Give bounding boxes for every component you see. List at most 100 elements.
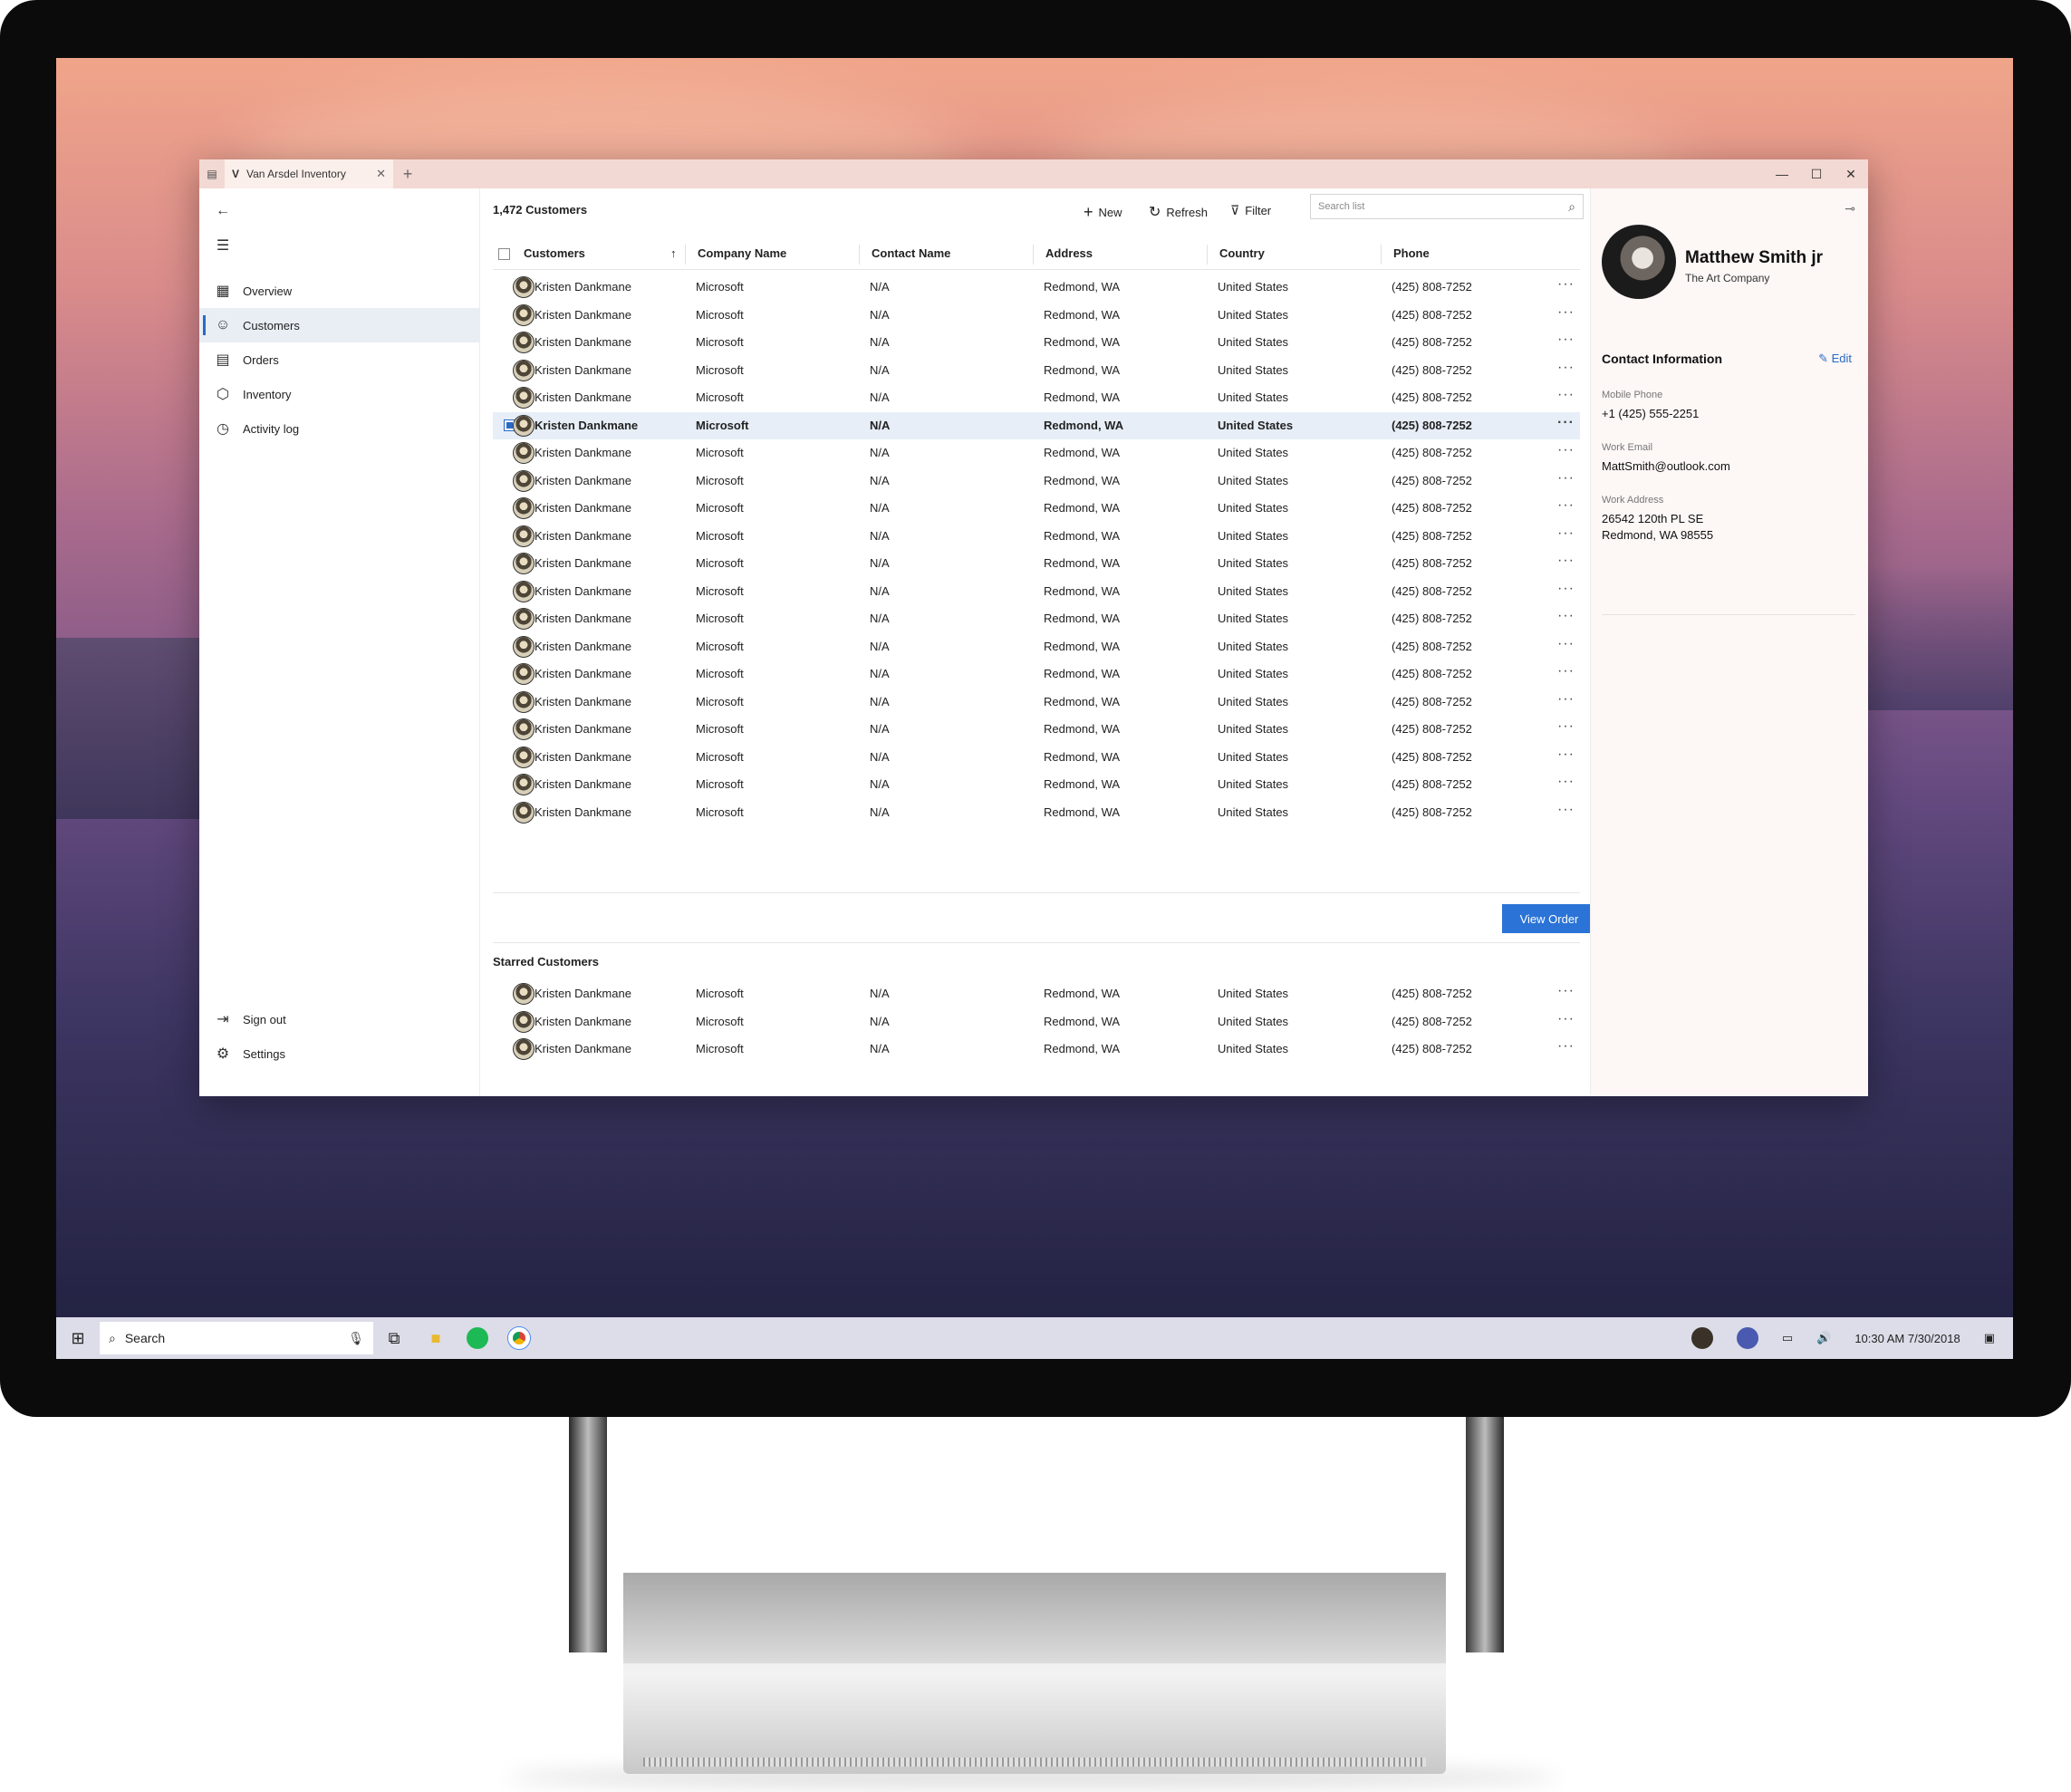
table-row[interactable]: Kristen Dankmane Microsoft N/A Redmond, WA U… [493,523,1580,550]
more-options-icon[interactable]: ··· [1557,983,1575,999]
phone-cell: (425) 808-7252 [1392,390,1472,404]
plus-icon: + [1084,203,1093,221]
file-explorer-icon[interactable]: ■ [415,1317,457,1359]
more-options-icon[interactable]: ··· [1557,276,1575,293]
tab-close-icon[interactable]: ✕ [376,167,386,181]
search-icon[interactable]: ⌕ [1568,199,1575,215]
start-button[interactable]: ⊞ [56,1317,100,1359]
back-button[interactable]: ← [199,194,480,228]
table-row[interactable]: Kristen Dankmane Microsoft N/A Redmond, WA U… [493,274,1580,301]
volume-icon[interactable]: 🔊 [1816,1331,1831,1345]
more-options-icon[interactable]: ··· [1557,802,1575,818]
nav-item-orders[interactable]: ▤ Orders [199,342,480,377]
customer-name-cell: Kristen Dankmane [535,1042,631,1055]
people-icon[interactable] [1736,1327,1758,1349]
address-cell: Redmond, WA [1044,722,1121,736]
refresh-button[interactable]: ↻ Refresh [1149,203,1208,221]
search-input[interactable]: Search list ⌕ [1310,194,1584,219]
nav-item-customers[interactable]: ☺ Customers [199,308,480,342]
sort-ascending-icon[interactable]: ↑ [670,246,677,260]
table-row[interactable]: Kristen Dankmane Microsoft N/A Redmond, WA U… [493,689,1580,716]
edit-button[interactable]: ✎ Edit [1818,352,1852,366]
clock[interactable]: 10:30 AM 7/30/2018 [1854,1332,1960,1345]
more-options-icon[interactable]: ··· [1557,581,1575,597]
table-row[interactable]: Kristen Dankmane Microsoft N/A Redmond, WA U… [493,329,1580,356]
more-options-icon[interactable]: ··· [1557,304,1575,321]
more-options-icon[interactable]: ··· [1557,553,1575,569]
column-header-phone[interactable]: Phone [1393,246,1430,260]
browser-tab[interactable]: V Van Arsdel Inventory ✕ [225,159,393,188]
chrome-icon[interactable] [498,1317,540,1359]
more-options-icon[interactable]: ··· [1557,718,1575,735]
table-row[interactable]: Kristen Dankmane Microsoft N/A Redmond, WA U… [493,550,1580,577]
table-row[interactable]: Kristen Dankmane Microsoft N/A Redmond, WA U… [493,439,1580,467]
more-options-icon[interactable]: ··· [1557,470,1575,487]
more-options-icon[interactable]: ··· [1557,497,1575,514]
maximize-button[interactable]: ☐ [1799,159,1834,188]
address-cell: Redmond, WA [1044,639,1121,653]
more-options-icon[interactable]: ··· [1557,332,1575,348]
new-button[interactable]: + New [1084,203,1122,222]
table-row[interactable]: Kristen Dankmane Microsoft N/A Redmond, WA U… [493,578,1580,605]
table-row[interactable]: Kristen Dankmane Microsoft N/A Redmond, WA U… [493,716,1580,743]
table-row[interactable]: Kristen Dankmane Microsoft N/A Redmond, WA U… [493,384,1580,411]
table-row[interactable]: Kristen Dankmane Microsoft N/A Redmond, WA U… [493,411,1580,439]
close-button[interactable]: ✕ [1834,159,1868,188]
minimize-button[interactable]: — [1765,159,1799,188]
table-row[interactable]: Kristen Dankmane Microsoft N/A Redmond, WA U… [493,467,1580,495]
more-options-icon[interactable]: ··· [1557,608,1575,624]
hamburger-menu-button[interactable]: ☰ [199,228,480,263]
column-header-address[interactable]: Address [1045,246,1093,260]
column-header-customers[interactable]: Customers [524,246,585,260]
avatar [513,663,535,685]
more-options-icon[interactable]: ··· [1557,525,1575,542]
more-options-icon[interactable]: ··· [1557,387,1575,403]
table-row[interactable]: Kristen Dankmane Microsoft N/A Redmond, WA U… [493,357,1580,384]
more-options-icon[interactable]: ··· [1557,1038,1575,1055]
table-row[interactable]: Kristen Dankmane Microsoft N/A Redmond, WA U… [493,495,1580,522]
tab-actions-icon[interactable]: ▤ [199,159,225,188]
select-all-checkbox[interactable] [498,248,510,260]
more-options-icon[interactable]: ··· [1557,1011,1575,1027]
new-tab-button[interactable]: + [393,165,422,184]
more-options-icon[interactable]: ··· [1557,442,1575,458]
more-options-icon[interactable]: ··· [1557,415,1575,431]
more-options-icon[interactable]: ··· [1557,691,1575,708]
column-header-company-name[interactable]: Company Name [698,246,786,260]
spotify-icon[interactable] [457,1317,498,1359]
microphone-icon[interactable]: 🎙 [348,1331,364,1346]
nav-item-activity-log[interactable]: ◷ Activity log [199,411,480,446]
table-row[interactable]: Kristen Dankmane Microsoft N/A Redmond, WA U… [493,799,1580,826]
pin-icon[interactable]: ⊸ [1845,201,1855,217]
country-cell: United States [1218,446,1289,459]
filter-button[interactable]: ⊽ Filter [1230,203,1271,218]
user-avatar-icon[interactable] [1691,1327,1713,1349]
more-options-icon[interactable]: ··· [1557,774,1575,790]
nav-item-overview[interactable]: ▦ Overview [199,274,480,308]
task-view-icon[interactable]: ⧉ [373,1317,415,1359]
phone-cell: (425) 808-7252 [1392,307,1472,322]
more-options-icon[interactable]: ··· [1557,636,1575,652]
table-row[interactable]: Kristen Dankmane Microsoft N/A Redmond, WA U… [493,605,1580,632]
table-row[interactable]: Kristen Dankmane Microsoft N/A Redmond, WA U… [493,1008,1580,1036]
nav-item-settings[interactable]: ⚙ Settings [199,1036,480,1071]
nav-item-sign-out[interactable]: ⇥ Sign out [199,1002,480,1036]
view-order-button[interactable]: View Order [1502,904,1596,933]
column-header-country[interactable]: Country [1219,246,1265,260]
battery-icon[interactable]: ▭ [1782,1331,1793,1345]
nav-item-inventory[interactable]: ⬡ Inventory [199,377,480,411]
notifications-icon[interactable]: ▣ [1984,1331,1995,1345]
taskbar-search-box[interactable]: ⌕ Search 🎙 [100,1322,373,1354]
column-header-contact-name[interactable]: Contact Name [872,246,950,260]
table-row[interactable]: Kristen Dankmane Microsoft N/A Redmond, WA U… [493,980,1580,1007]
table-row[interactable]: Kristen Dankmane Microsoft N/A Redmond, WA U… [493,771,1580,798]
table-row[interactable]: Kristen Dankmane Microsoft N/A Redmond, WA U… [493,744,1580,771]
table-row[interactable]: Kristen Dankmane Microsoft N/A Redmond, WA U… [493,302,1580,329]
more-options-icon[interactable]: ··· [1557,747,1575,763]
table-row[interactable]: Kristen Dankmane Microsoft N/A Redmond, WA U… [493,633,1580,660]
table-row[interactable]: Kristen Dankmane Microsoft N/A Redmond, WA U… [493,1036,1580,1063]
table-row[interactable]: Kristen Dankmane Microsoft N/A Redmond, WA U… [493,660,1580,688]
more-options-icon[interactable]: ··· [1557,663,1575,679]
more-options-icon[interactable]: ··· [1557,360,1575,376]
work-email-value[interactable]: MattSmith@outlook.com [1602,458,1730,475]
